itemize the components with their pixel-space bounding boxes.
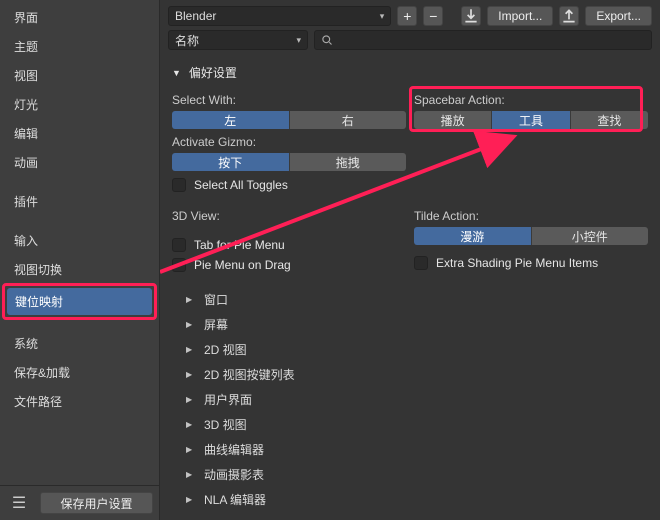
sidebar-item-interface[interactable]: 界面 <box>6 4 153 31</box>
row-select-spacebar: Select With: 左 右 Activate Gizmo: 按下 拖拽 S… <box>172 91 648 195</box>
chevron-right-icon: ▶ <box>186 320 194 329</box>
sidebar-item-theme[interactable]: 主题 <box>6 33 153 60</box>
col-left-2: 3D View: Tab for Pie Menu Pie Menu on Dr… <box>172 207 406 275</box>
spacebar-tools[interactable]: 工具 <box>492 111 570 129</box>
expander-dope-sheet[interactable]: ▶动画摄影表 <box>186 462 648 487</box>
extra-pie-checkbox[interactable] <box>414 256 428 270</box>
activate-gizmo-drag[interactable]: 拖拽 <box>290 153 407 171</box>
tilde-action-label: Tilde Action: <box>414 207 648 227</box>
sidebar-item-input[interactable]: 输入 <box>6 227 153 254</box>
extra-pie-label: Extra Shading Pie Menu Items <box>436 256 598 270</box>
chevron-right-icon: ▶ <box>186 295 194 304</box>
expander-list: ▶窗口 ▶屏幕 ▶2D 视图 ▶2D 视图按键列表 ▶用户界面 ▶3D 视图 ▶… <box>172 287 648 512</box>
select-with-label: Select With: <box>172 91 406 111</box>
extra-pie-row: Extra Shading Pie Menu Items <box>414 253 648 273</box>
chevron-right-icon: ▶ <box>186 445 194 454</box>
sidebar-item-lights[interactable]: 灯光 <box>6 91 153 118</box>
main: Blender ▾ + − Import... Export... 名称 ▾ <box>160 0 660 520</box>
select-with-right[interactable]: 右 <box>290 111 407 129</box>
expander-2d-view[interactable]: ▶2D 视图 <box>186 337 648 362</box>
expander-nla-editor[interactable]: ▶NLA 编辑器 <box>186 487 648 512</box>
sidebar-item-keymap[interactable]: 键位映射 <box>7 288 152 315</box>
chevron-right-icon: ▶ <box>186 470 194 479</box>
tilde-action-segment: 漫游 小控件 <box>414 227 648 245</box>
top-row-2: 名称 ▾ <box>160 30 660 58</box>
top-row-1: Blender ▾ + − Import... Export... <box>160 0 660 30</box>
sidebar: 界面 主题 视图 灯光 编辑 动画 插件 输入 视图切换 键位映射 系统 保存&… <box>0 0 160 520</box>
chevron-down-icon: ▾ <box>380 11 385 22</box>
activate-gizmo-press[interactable]: 按下 <box>172 153 290 171</box>
select-all-toggles-checkbox[interactable] <box>172 178 186 192</box>
sidebar-item-addons[interactable]: 插件 <box>6 188 153 215</box>
col-left: Select With: 左 右 Activate Gizmo: 按下 拖拽 S… <box>172 91 406 195</box>
select-all-toggles-label: Select All Toggles <box>194 178 288 192</box>
export-icon[interactable] <box>559 6 579 26</box>
prefs-section-header[interactable]: ▼ 偏好设置 <box>172 58 648 91</box>
preset-dropdown[interactable]: Blender ▾ <box>168 6 391 26</box>
drag-pie-row: Pie Menu on Drag <box>172 255 406 275</box>
prefs-title: 偏好设置 <box>189 64 237 81</box>
sidebar-item-editing[interactable]: 编辑 <box>6 120 153 147</box>
spacebar-play[interactable]: 播放 <box>414 111 492 129</box>
search-input[interactable] <box>339 33 645 47</box>
chevron-right-icon: ▶ <box>186 420 194 429</box>
preset-value: Blender <box>175 9 216 23</box>
hamburger-icon[interactable]: ☰ <box>6 492 32 514</box>
content: ▼ 偏好设置 Select With: 左 右 Activate Gizmo: … <box>160 58 660 520</box>
preset-add-button[interactable]: + <box>397 6 417 26</box>
spacebar-action-label: Spacebar Action: <box>414 91 648 111</box>
sort-value: 名称 <box>175 32 199 49</box>
disclosure-triangle-icon: ▼ <box>172 68 181 78</box>
tab-pie-label: Tab for Pie Menu <box>194 238 285 252</box>
expander-screen[interactable]: ▶屏幕 <box>186 312 648 337</box>
sort-dropdown[interactable]: 名称 ▾ <box>168 30 308 50</box>
preset-remove-button[interactable]: − <box>423 6 443 26</box>
tab-pie-checkbox[interactable] <box>172 238 186 252</box>
expander-curve-editor[interactable]: ▶曲线编辑器 <box>186 437 648 462</box>
drag-pie-label: Pie Menu on Drag <box>194 258 291 272</box>
spacebar-action-segment: 播放 工具 查找 <box>414 111 648 129</box>
activate-gizmo-label: Activate Gizmo: <box>172 133 406 153</box>
expander-2d-view-keylist[interactable]: ▶2D 视图按键列表 <box>186 362 648 387</box>
sidebar-item-save-load[interactable]: 保存&加载 <box>6 359 153 386</box>
sidebar-item-viewport[interactable]: 视图 <box>6 62 153 89</box>
three-d-view-label: 3D View: <box>172 207 406 227</box>
chevron-right-icon: ▶ <box>186 395 194 404</box>
select-all-toggles-row: Select All Toggles <box>172 175 406 195</box>
spacebar-search[interactable]: 查找 <box>571 111 648 129</box>
tilde-navigate[interactable]: 漫游 <box>414 227 532 245</box>
tilde-gizmo[interactable]: 小控件 <box>532 227 649 245</box>
activate-gizmo-segment: 按下 拖拽 <box>172 153 406 171</box>
chevron-right-icon: ▶ <box>186 345 194 354</box>
drag-pie-checkbox[interactable] <box>172 258 186 272</box>
col-right: Spacebar Action: 播放 工具 查找 <box>414 91 648 195</box>
search-input-wrapper <box>314 30 652 50</box>
chevron-right-icon: ▶ <box>186 495 194 504</box>
select-with-left[interactable]: 左 <box>172 111 290 129</box>
sidebar-highlight: 键位映射 <box>2 283 157 320</box>
col-right-2: Tilde Action: 漫游 小控件 Extra Shading Pie M… <box>414 207 648 275</box>
import-icon[interactable] <box>461 6 481 26</box>
search-icon <box>321 34 333 46</box>
expander-user-interface[interactable]: ▶用户界面 <box>186 387 648 412</box>
sidebar-item-system[interactable]: 系统 <box>6 330 153 357</box>
sidebar-item-animation[interactable]: 动画 <box>6 149 153 176</box>
chevron-down-icon: ▾ <box>296 35 301 46</box>
tab-pie-row: Tab for Pie Menu <box>172 235 406 255</box>
expander-window[interactable]: ▶窗口 <box>186 287 648 312</box>
sidebar-scroll: 界面 主题 视图 灯光 编辑 动画 插件 输入 视图切换 键位映射 系统 保存&… <box>0 0 159 485</box>
sidebar-footer: ☰ 保存用户设置 <box>0 485 159 520</box>
sidebar-item-file-paths[interactable]: 文件路径 <box>6 388 153 415</box>
save-user-settings-button[interactable]: 保存用户设置 <box>40 492 153 514</box>
select-with-segment: 左 右 <box>172 111 406 129</box>
expander-3d-view[interactable]: ▶3D 视图 <box>186 412 648 437</box>
import-button[interactable]: Import... <box>487 6 553 26</box>
export-button[interactable]: Export... <box>585 6 652 26</box>
row-3d-tilde: 3D View: Tab for Pie Menu Pie Menu on Dr… <box>172 207 648 275</box>
chevron-right-icon: ▶ <box>186 370 194 379</box>
sidebar-item-navigation[interactable]: 视图切换 <box>6 256 153 283</box>
